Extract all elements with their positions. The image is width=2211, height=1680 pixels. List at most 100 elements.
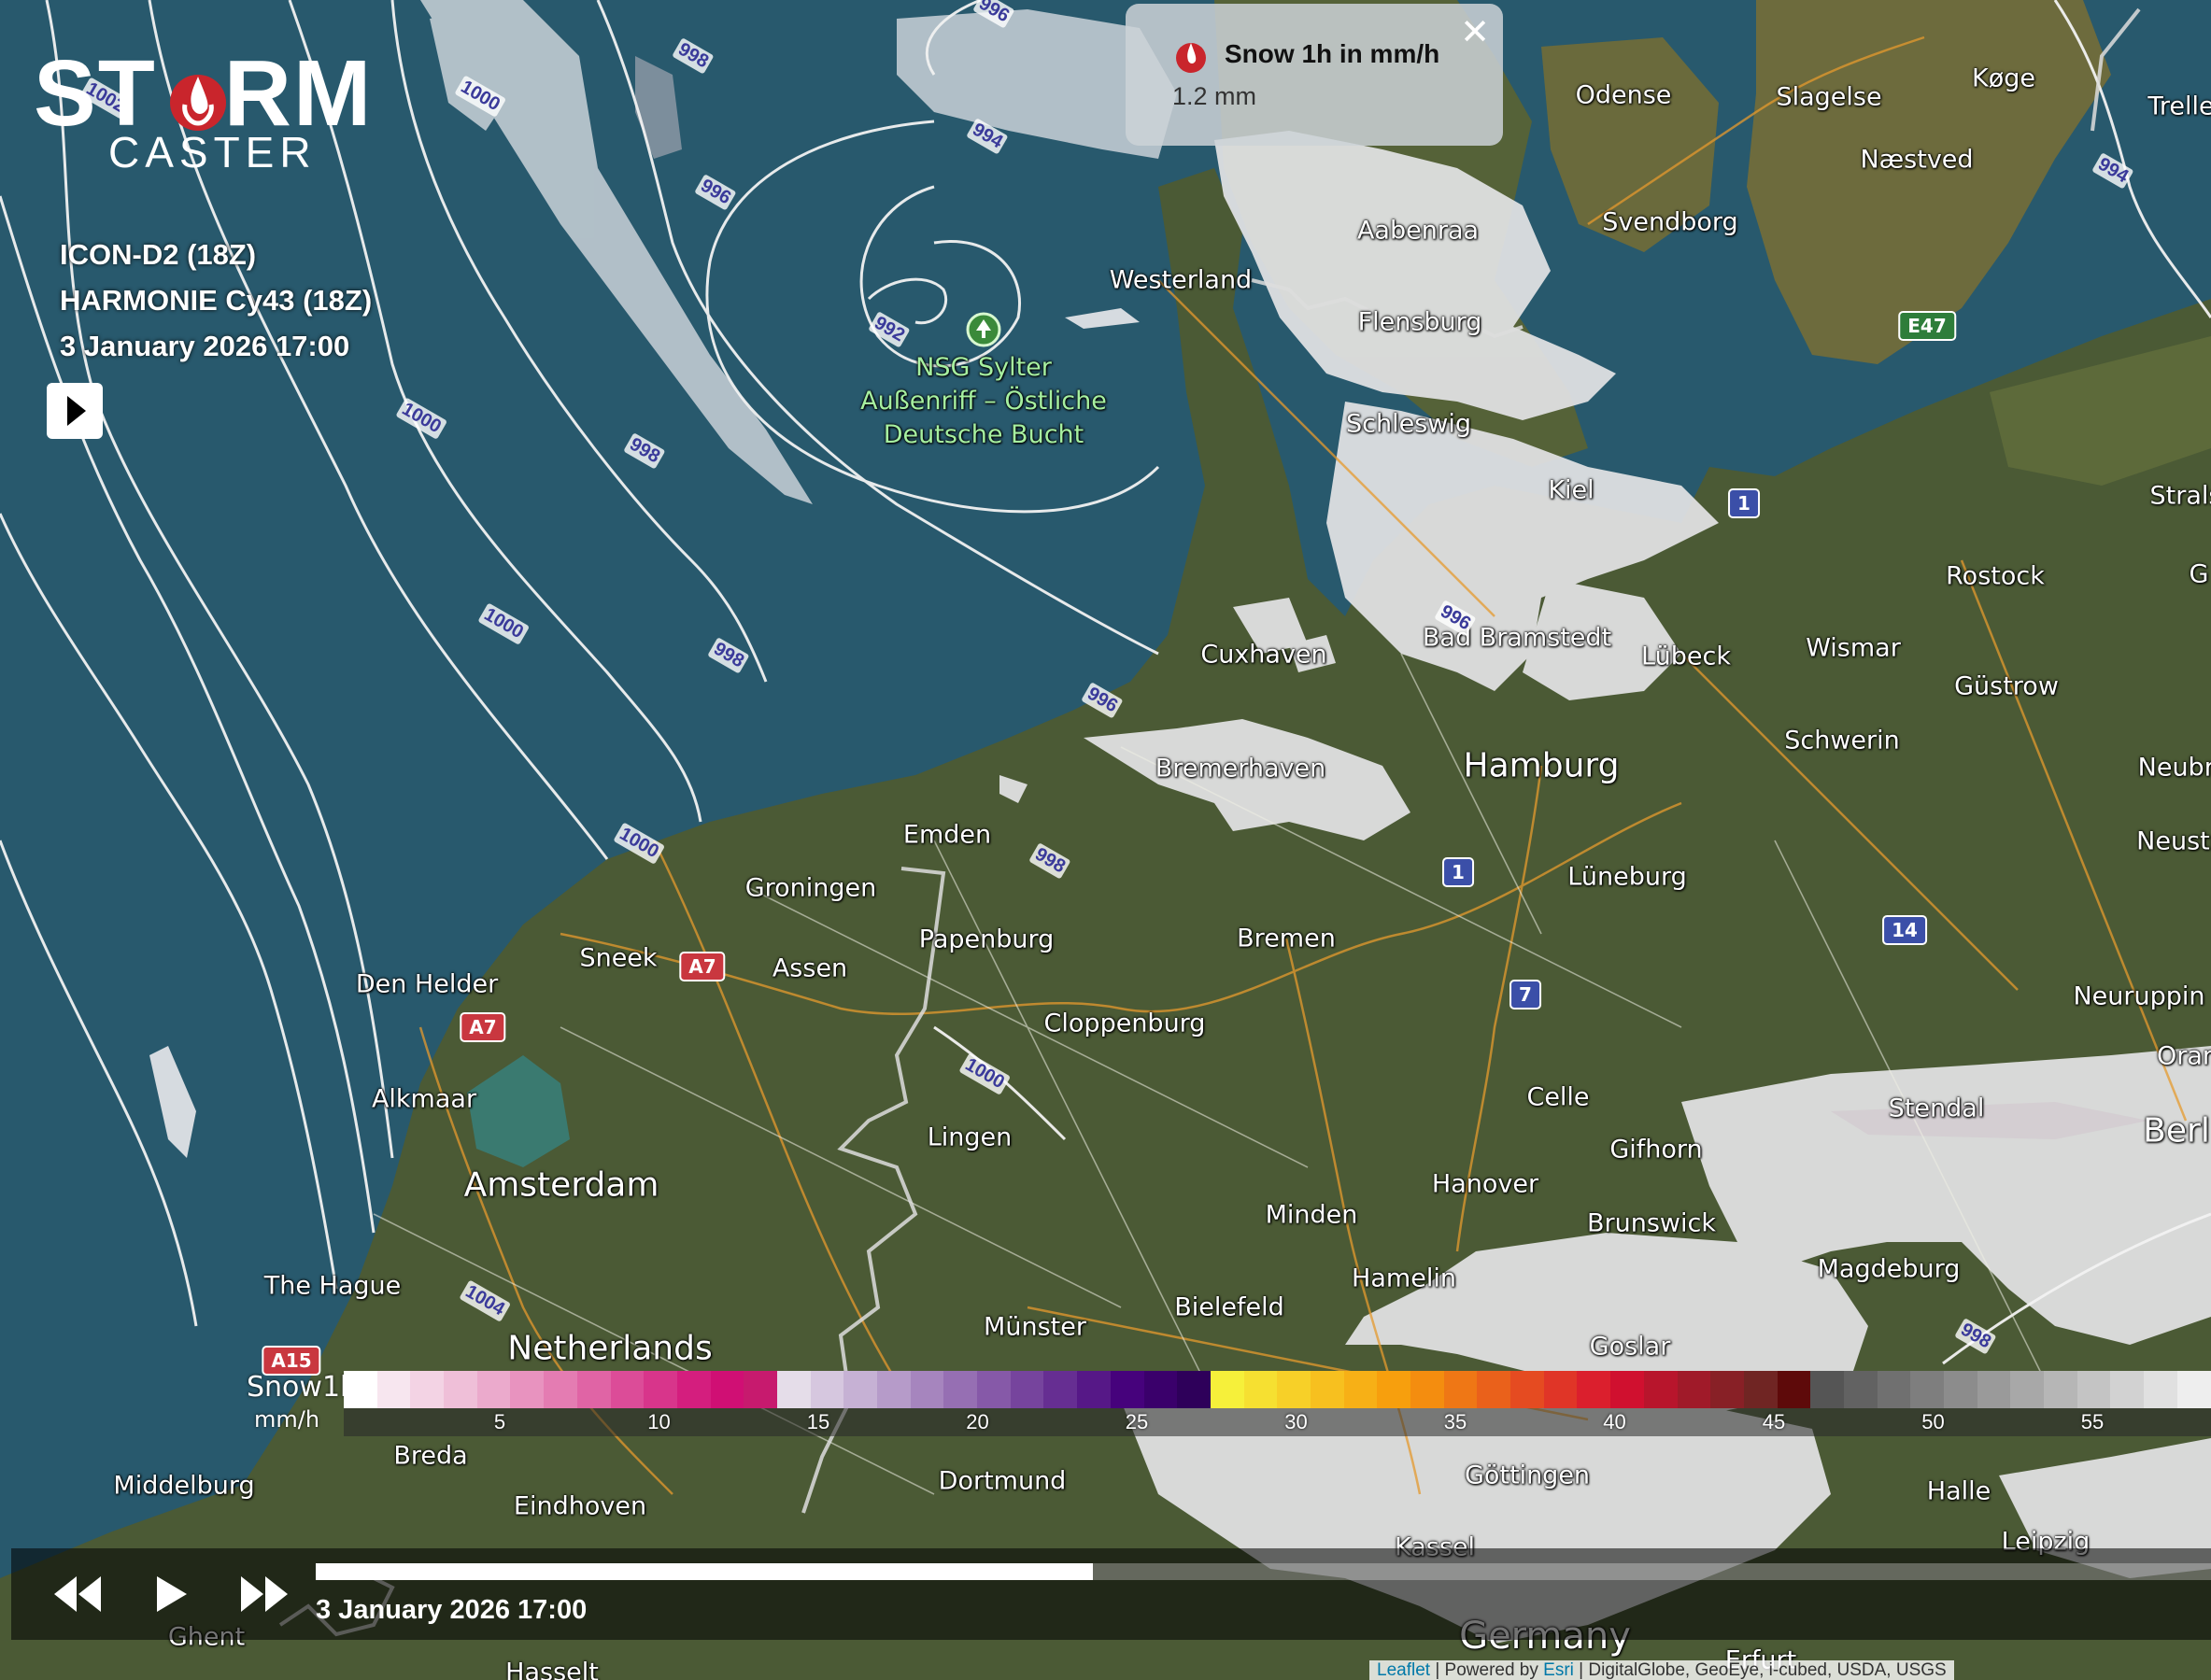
fast-forward-button[interactable] [235,1569,295,1619]
legend-color-swatch [1277,1371,1311,1408]
legend-color-swatch [1543,1371,1578,1408]
legend-tick-label: 15 [806,1410,830,1433]
legend-color-swatch [1843,1371,1878,1408]
place-label: Bremerhaven [1155,754,1326,784]
legend-tick-label: 25 [1125,1410,1149,1433]
leaflet-link[interactable]: Leaflet [1377,1660,1430,1680]
snow-legend: Snow1h mm/h 5 10 15 20 25 30 35 40 45 50 55 [245,1369,2211,1436]
legend-color-swatch [877,1371,911,1408]
place-label: Trelle [2147,92,2211,121]
place-label: Lüneburg [1567,862,1687,892]
play-button[interactable] [47,383,103,439]
legend-color-swatch [1310,1371,1344,1408]
legend-color-swatch [1077,1371,1111,1408]
place-label: Hamburg [1463,746,1620,785]
legend-color-swatch [1677,1371,1711,1408]
place-label: Cloppenburg [1043,1009,1206,1038]
legend-color-swatch [444,1371,477,1408]
highway-shield: E47 [1898,311,1956,341]
place-label: Schleswig [1346,409,1471,439]
legend-color-swatch [1710,1371,1744,1408]
highway-shield: 1 [1728,488,1760,518]
legend-tick-label: 20 [966,1410,989,1433]
place-label: Bremen [1237,924,1336,953]
place-label: Brunswick [1587,1208,1716,1238]
popup-title: Snow 1h in mm/h [1225,39,1440,68]
legend-color-swatch [1743,1371,1778,1408]
legend-color-swatch [776,1371,811,1408]
place-label: Eindhoven [513,1491,647,1521]
legend-color-swatch [744,1371,777,1408]
legend-color-swatch [710,1371,744,1408]
model-info-panel: ICON-D2 (18Z) HARMONIE Cy43 (18Z) 3 Janu… [60,232,372,369]
legend-color-swatch [376,1371,411,1408]
legend-tick-label: 5 [493,1410,506,1433]
popup-close-icon[interactable]: ✕ [1460,11,1490,53]
legend-color-swatch [810,1371,844,1408]
legend-color-swatch [1243,1371,1278,1408]
place-label: Papenburg [918,925,1055,954]
model-1-label: ICON-D2 (18Z) [60,238,257,271]
legend-unit: mm/h [254,1406,320,1433]
place-label: Hasselt [505,1658,599,1680]
nature-reserve-icon[interactable] [966,312,1001,347]
place-label: Køge [1972,64,2035,93]
timeline-time: 3 January 2026 17:00 [316,1595,588,1625]
popup-value: 1.2 mm [1172,82,1257,110]
model-2-label: HARMONIE Cy43 (18Z) [60,284,373,317]
legend-tick-label: 45 [1762,1410,1786,1433]
legend-color-swatch [2110,1371,2145,1408]
legend-color-swatch [476,1371,511,1408]
highway-shield: 14 [1882,915,1927,945]
legend-color-swatch [1977,1371,2011,1408]
stormcaster-logo[interactable]: ST RM CASTER [34,47,426,176]
place-label: Sneek [579,943,658,973]
place-label: Minden [1265,1200,1358,1230]
legend-color-swatch [1010,1371,1044,1408]
legend-color-swatch [910,1371,944,1408]
place-label: Breda [393,1441,468,1471]
storm-drop-icon [170,75,226,131]
highway-shield: 1 [1442,857,1474,887]
timeline-player: 3 January 2026 17:00 [11,1548,2211,1640]
esri-link[interactable]: Esri [1543,1660,1574,1680]
legend-color-swatch [977,1371,1011,1408]
legend-color-swatch [1777,1371,1811,1408]
play-icon [67,396,86,426]
legend-color-swatch [2076,1371,2111,1408]
place-label: Berl [2143,1111,2210,1151]
legend-color-bar [344,1371,2211,1408]
timeline-track[interactable] [316,1563,2211,1580]
attribution-rest: | DigitalGlobe, GeoEye, i-cubed, USDA, U… [1573,1660,1947,1680]
timeline-play-button[interactable] [149,1569,194,1619]
highway-shield: A7 [460,1012,506,1042]
legend-tick-label: 40 [1603,1410,1626,1433]
rewind-button[interactable] [49,1569,105,1619]
forecast-datetime: 3 January 2026 17:00 [60,330,350,362]
legend-tick-label: 35 [1443,1410,1467,1433]
nsg-line-2: Außenriff – Östliche [860,387,1107,416]
place-label: Næstved [1860,145,1974,175]
place-label: Aabenraa [1356,216,1480,246]
place-label: Den Helder [355,969,499,999]
place-label: Stendal [1888,1094,1985,1123]
place-label: Halle [1926,1476,1991,1506]
legend-color-swatch [2176,1371,2211,1408]
place-label: Wismar [1806,633,1901,663]
place-label: Odense [1575,80,1672,110]
place-label: Magdeburg [1817,1254,1961,1284]
legend-color-swatch [2044,1371,2077,1408]
place-label: Assen [772,953,848,983]
legend-color-swatch [1143,1371,1178,1408]
place-label: Westerland [1109,265,1253,295]
legend-color-swatch [1110,1371,1144,1408]
highway-shield: 7 [1509,980,1541,1009]
place-label: Netherlands [507,1329,713,1368]
legend-color-swatch [1810,1371,1844,1408]
legend-color-swatch [2010,1371,2045,1408]
place-label: Neustre [2136,826,2211,856]
place-label: Celle [1526,1082,1590,1112]
place-label: Kiel [1548,475,1594,505]
logo-caster-text: CASTER [108,128,317,176]
place-label: Rostock [1946,561,2045,591]
